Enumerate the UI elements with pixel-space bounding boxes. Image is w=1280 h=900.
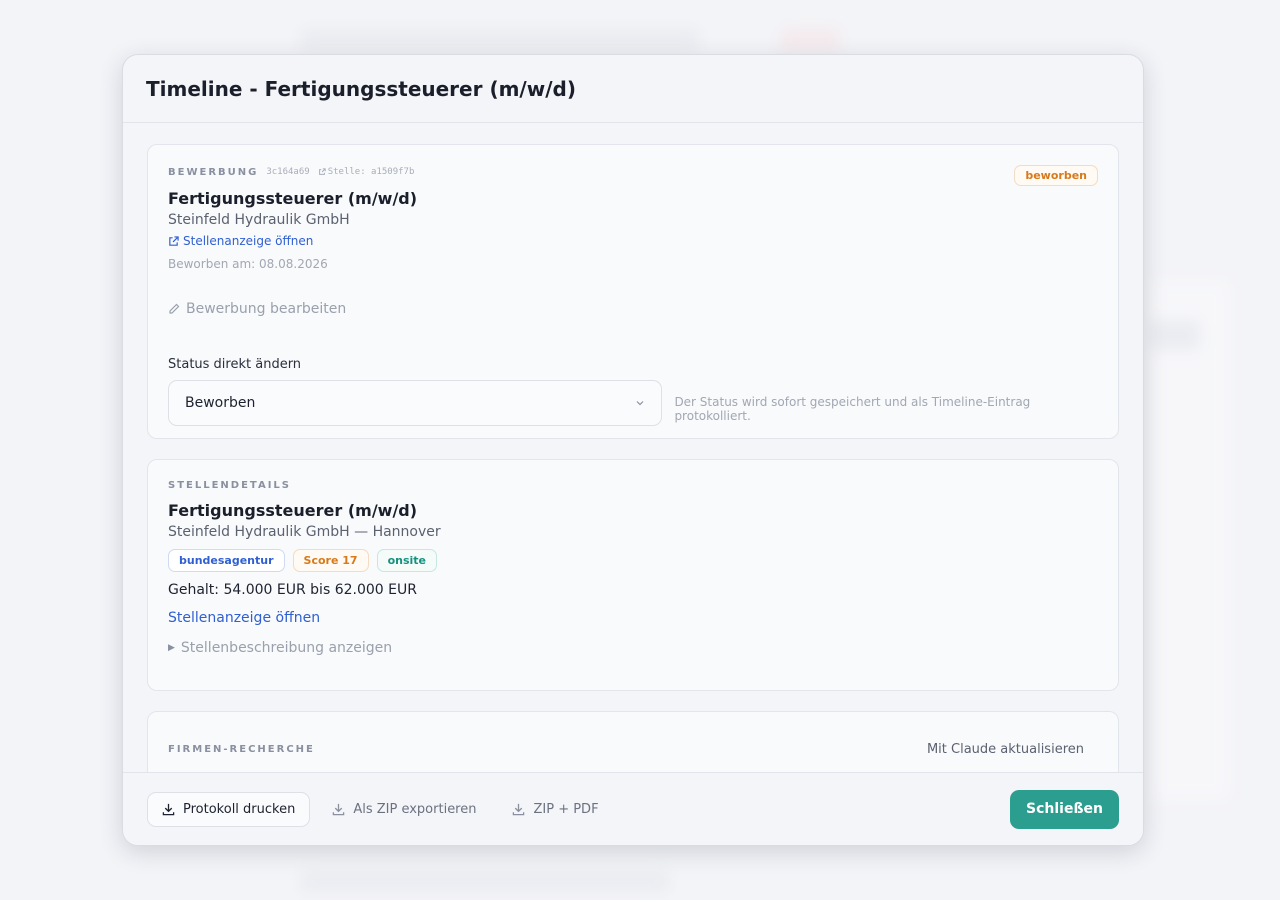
- export-zip-button[interactable]: Als ZIP exportieren: [318, 792, 490, 827]
- salary: Gehalt: 54.000 EUR bis 62.000 EUR: [168, 582, 417, 598]
- job-reference: Stelle: a1509f7b: [318, 167, 415, 177]
- timeline-modal: Timeline - Fertigungssteuerer (m/w/d) BE…: [122, 54, 1144, 846]
- status-select-value: Beworben: [185, 394, 256, 411]
- status-badge: beworben: [1014, 165, 1098, 186]
- application-job-title: Fertigungssteuerer (m/w/d): [168, 189, 418, 208]
- modal-footer: Protokoll drucken Als ZIP exportieren ZI…: [123, 772, 1143, 845]
- external-link-icon: [168, 235, 179, 247]
- job-details-card: STELLENDETAILS Fertigungssteuerer (m/w/d…: [147, 459, 1119, 691]
- download-icon: [162, 803, 175, 816]
- modal-title: Timeline - Fertigungssteuerer (m/w/d): [146, 76, 576, 101]
- section-label-research: FIRMEN-RECHERCHE: [168, 744, 315, 755]
- section-label-job-details: STELLENDETAILS: [168, 480, 292, 491]
- source-tag: bundesagentur: [168, 549, 285, 572]
- status-hint: Der Status wird sofort gespeichert und a…: [674, 394, 1031, 423]
- export-zip-pdf-button[interactable]: ZIP + PDF: [498, 792, 612, 827]
- job-details-company-location: Steinfeld Hydraulik GmbH — Hannover: [168, 524, 441, 540]
- status-change-label: Status direkt ändern: [168, 356, 302, 372]
- close-button[interactable]: Schließen: [1010, 789, 1119, 829]
- application-meta: BEWERBUNG 3c164a69 Stelle: a1509f7b: [168, 165, 1098, 179]
- open-posting-link-details[interactable]: Stellenanzeige öffnen: [168, 610, 320, 626]
- modal-body[interactable]: BEWERBUNG 3c164a69 Stelle: a1509f7b bewo…: [123, 124, 1143, 772]
- job-reference-text: Stelle: a1509f7b: [327, 167, 415, 177]
- download-icon: [512, 803, 525, 816]
- pencil-icon: [168, 303, 180, 315]
- show-description-label: Stellenbeschreibung anzeigen: [180, 640, 393, 656]
- research-header: FIRMEN-RECHERCHE Mit Claude aktualisiere…: [168, 732, 1098, 757]
- job-tags: bundesagentur Score 17 onsite: [168, 549, 1098, 572]
- modal-header: Timeline - Fertigungssteuerer (m/w/d): [123, 55, 1143, 123]
- download-icon: [332, 803, 345, 816]
- open-posting-link[interactable]: Stellenanzeige öffnen: [168, 234, 313, 248]
- application-id: 3c164a69: [266, 167, 310, 177]
- status-row: Beworben Der Status wird sofort gespeich…: [168, 379, 1098, 426]
- external-link-icon: [318, 168, 326, 176]
- print-protocol-label: Protokoll drucken: [183, 801, 296, 817]
- triangle-right-icon: ▶: [168, 643, 175, 653]
- application-company: Steinfeld Hydraulik GmbH: [168, 212, 350, 228]
- show-description-toggle[interactable]: ▶ Stellenbeschreibung anzeigen: [168, 640, 1098, 656]
- company-research-card: FIRMEN-RECHERCHE Mit Claude aktualisiere…: [147, 711, 1119, 772]
- section-label-application: BEWERBUNG: [168, 166, 259, 178]
- edit-application-link[interactable]: Bewerbung bearbeiten: [168, 301, 346, 317]
- print-protocol-button[interactable]: Protokoll drucken: [147, 791, 311, 827]
- open-posting-link-label: Stellenanzeige öffnen: [183, 234, 314, 248]
- export-zip-label: Als ZIP exportieren: [353, 801, 477, 817]
- refresh-with-claude-button[interactable]: Mit Claude aktualisieren: [927, 742, 1098, 757]
- export-zip-pdf-label: ZIP + PDF: [533, 801, 599, 817]
- applied-date: Beworben am: 08.08.2026: [168, 256, 328, 271]
- job-details-title: Fertigungssteuerer (m/w/d): [168, 501, 418, 520]
- edit-application-label: Bewerbung bearbeiten: [186, 300, 347, 317]
- status-select[interactable]: Beworben: [168, 379, 663, 426]
- chevron-down-icon: [635, 398, 645, 408]
- work-mode-tag: onsite: [376, 549, 437, 572]
- score-tag: Score 17: [292, 549, 369, 572]
- application-card: BEWERBUNG 3c164a69 Stelle: a1509f7b bewo…: [147, 144, 1119, 439]
